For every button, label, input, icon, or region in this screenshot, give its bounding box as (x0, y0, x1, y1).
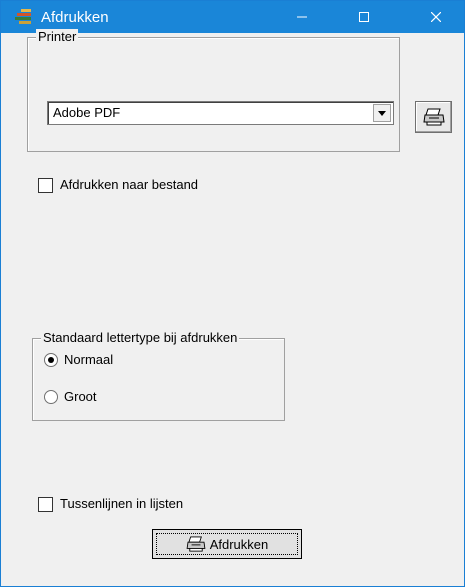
dropdown-arrow-button[interactable] (373, 104, 391, 122)
minimize-button[interactable] (279, 1, 325, 33)
printer-icon (422, 108, 445, 126)
print-to-file-label: Afdrukken naar bestand (60, 177, 199, 192)
printer-select[interactable]: Adobe PDF (47, 101, 394, 125)
radio-selected-dot (48, 357, 54, 363)
row-lines-label: Tussenlijnen in lijsten (60, 496, 184, 511)
printer-setup-button[interactable] (415, 101, 452, 133)
radio-normaal-label: Normaal (64, 352, 114, 367)
maximize-icon (359, 12, 369, 22)
print-dialog-window: Afdrukken Printer Adobe PDF Afdrukken na… (0, 0, 465, 587)
focus-rectangle (156, 533, 298, 555)
print-to-file-checkbox[interactable] (38, 178, 53, 193)
minimize-icon (297, 16, 307, 18)
printer-select-value: Adobe PDF (53, 105, 121, 120)
maximize-button[interactable] (341, 1, 387, 33)
font-group-legend: Standaard lettertype bij afdrukken (41, 330, 240, 345)
radio-groot-label: Groot (64, 389, 97, 404)
print-button[interactable]: Afdrukken (152, 529, 302, 559)
radio-groot[interactable] (44, 390, 58, 404)
printer-group: Printer Adobe PDF (27, 29, 400, 152)
close-icon (431, 12, 441, 22)
font-group: Standaard lettertype bij afdrukken Norma… (32, 330, 285, 421)
window-title: Afdrukken (41, 9, 109, 26)
printer-group-legend: Printer (36, 29, 79, 44)
radio-normaal[interactable] (44, 353, 58, 367)
app-icon (15, 9, 31, 24)
close-button[interactable] (413, 1, 459, 33)
row-lines-checkbox[interactable] (38, 497, 53, 512)
chevron-down-icon (378, 110, 386, 116)
